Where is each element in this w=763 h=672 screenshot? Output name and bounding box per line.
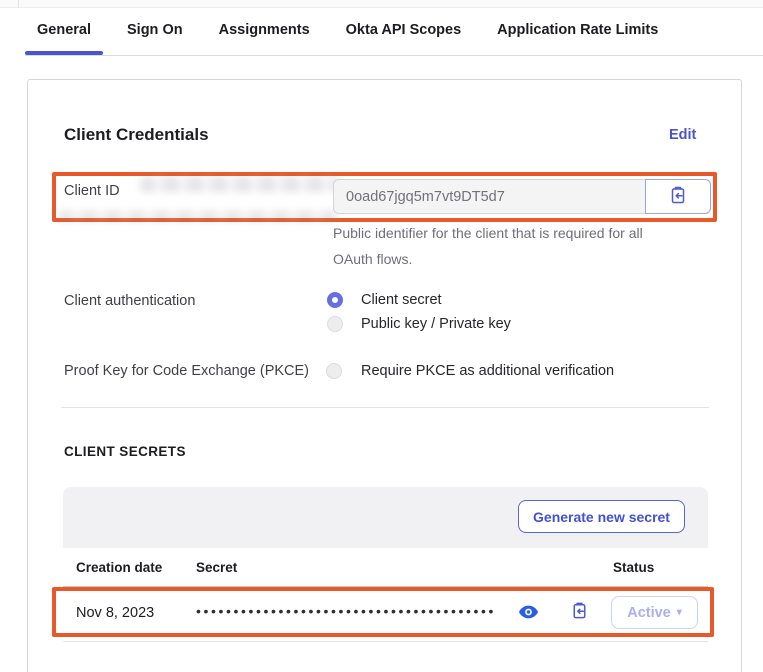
reveal-secret-button[interactable]	[518, 604, 538, 622]
tab-bar-divider	[25, 55, 763, 56]
clipboard-copy-icon	[570, 601, 589, 623]
clipboard-copy-icon	[668, 185, 688, 208]
eye-icon	[519, 605, 538, 622]
secret-masked-value: ••••••••••••••••••••••••••••••••••••••••	[196, 603, 496, 619]
generate-new-secret-button[interactable]: Generate new secret	[518, 500, 685, 533]
client-id-help-text: Public identifier for the client that is…	[333, 220, 643, 272]
redaction-smudge	[140, 177, 340, 192]
pkce-label: Proof Key for Code Exchange (PKCE)	[64, 363, 309, 379]
tab-okta-api-scopes[interactable]: Okta API Scopes	[346, 22, 462, 38]
copy-client-id-button[interactable]	[645, 179, 711, 214]
chevron-down-icon: ▾	[677, 607, 682, 618]
secret-creation-date: Nov 8, 2023	[76, 605, 154, 621]
client-id-input[interactable]	[333, 179, 645, 214]
tab-sign-on[interactable]: Sign On	[127, 22, 183, 38]
redaction-smudge	[58, 211, 338, 221]
edit-link[interactable]: Edit	[669, 127, 696, 143]
client-authentication-label: Client authentication	[64, 293, 195, 309]
radio-public-private-key-label: Public key / Private key	[361, 316, 511, 332]
status-label: Active	[627, 605, 671, 621]
section-divider	[61, 407, 709, 408]
radio-client-secret-label: Client secret	[361, 292, 442, 308]
header-status: Status	[613, 560, 654, 575]
top-chrome-notch	[18, 0, 19, 8]
app-tab-bar: General Sign On Assignments Okta API Sco…	[37, 22, 658, 38]
tab-application-rate-limits[interactable]: Application Rate Limits	[497, 22, 658, 38]
pkce-checkbox[interactable]	[326, 363, 342, 379]
radio-public-private-key[interactable]	[327, 316, 343, 332]
top-chrome-band	[0, 0, 763, 8]
section-title: Client Credentials	[64, 125, 209, 145]
client-secrets-title: CLIENT SECRETS	[64, 444, 186, 459]
radio-client-secret[interactable]	[327, 292, 343, 308]
header-secret: Secret	[196, 560, 237, 575]
table-row-divider	[63, 641, 708, 642]
tab-assignments[interactable]: Assignments	[219, 22, 310, 38]
copy-secret-button[interactable]	[568, 601, 590, 623]
pkce-option-label: Require PKCE as additional verification	[361, 363, 614, 379]
client-credentials-card: Client Credentials Edit Client ID Public…	[27, 79, 742, 672]
header-creation-date: Creation date	[76, 560, 162, 575]
active-tab-underline	[25, 51, 103, 55]
client-id-label: Client ID	[64, 183, 120, 199]
tab-general[interactable]: General	[37, 22, 91, 38]
secret-status-dropdown[interactable]: Active ▾	[611, 596, 698, 629]
